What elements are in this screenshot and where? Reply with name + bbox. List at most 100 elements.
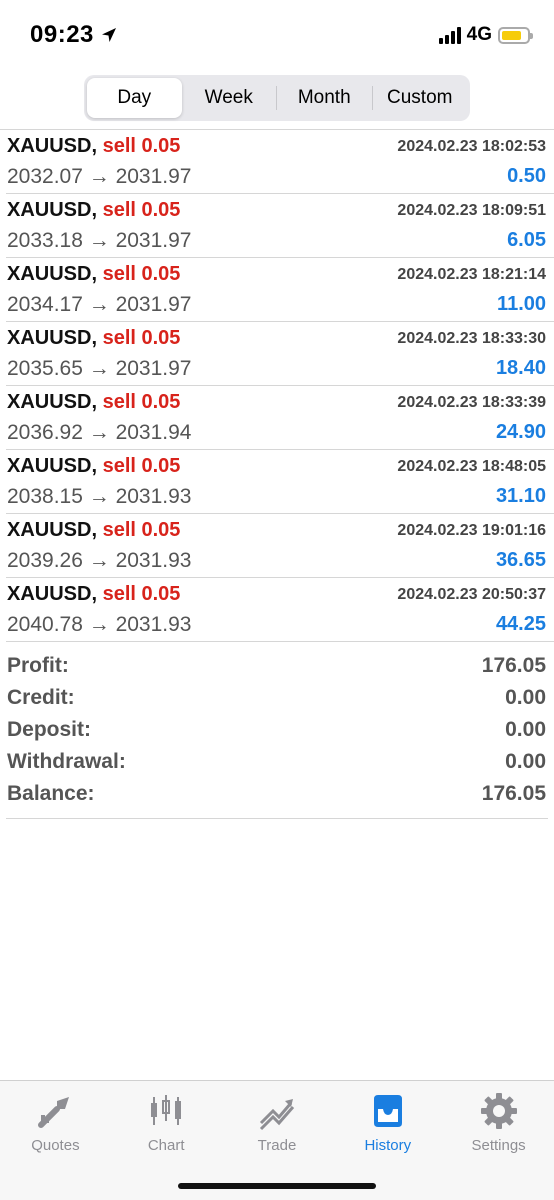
period-label: Custom: [387, 87, 453, 108]
clock-text: 09:23: [30, 21, 94, 48]
period-month-button[interactable]: Month: [277, 78, 372, 118]
deal-prices: 2033.18 → 2031.97: [7, 229, 192, 252]
battery-icon: [498, 26, 533, 44]
deal-prices: 2036.92 → 2031.94: [7, 421, 192, 444]
summary-label: Credit:: [7, 686, 75, 709]
chart-icon: [151, 1095, 182, 1125]
tab-label: Chart: [147, 1137, 185, 1154]
history-icon: [373, 1095, 402, 1127]
deal-prices: 2040.78 → 2031.93: [7, 613, 192, 636]
deal-time: 2024.02.23 18:33:39: [397, 394, 546, 411]
summary-value: 176.05: [481, 782, 546, 805]
status-indicators: 4G: [438, 24, 533, 46]
deal-symbol: XAUUSD,: [7, 199, 98, 221]
summary-balance-row: Balance: 176.05: [6, 778, 548, 810]
deal-time: 2024.02.23 20:50:37: [397, 586, 546, 603]
summary-withdrawal-row: Withdrawal: 0.00: [6, 746, 548, 778]
deal-header: XAUUSD, sell 0.05: [7, 455, 180, 478]
deal-type: sell 0.05: [102, 263, 181, 285]
deal-header: XAUUSD, sell 0.05: [7, 327, 180, 350]
deal-prices: 2038.15 → 2031.93: [7, 485, 192, 508]
account-summary: Profit: 176.05 Credit: 0.00 Deposit: 0.00 W…: [6, 650, 548, 819]
tab-chart[interactable]: Chart: [111, 1081, 222, 1157]
deal-profit: 0.50: [507, 165, 546, 187]
tab-settings[interactable]: Settings: [443, 1081, 554, 1157]
tab-label: History: [364, 1137, 412, 1154]
deal-profit: 31.10: [495, 485, 546, 507]
summary-value: 0.00: [505, 718, 546, 741]
location-arrow-icon: [101, 28, 116, 42]
period-label: Day: [117, 87, 152, 108]
tab-quotes[interactable]: Quotes: [0, 1081, 111, 1157]
deal-row[interactable]: XAUUSD, sell 0.05 2024.02.23 20:50:37 20…: [6, 578, 554, 642]
deal-type: sell 0.05: [102, 391, 181, 413]
deal-time: 2024.02.23 18:21:14: [397, 266, 546, 283]
deal-symbol: XAUUSD,: [7, 391, 98, 413]
summary-credit-row: Credit: 0.00: [6, 682, 548, 714]
deal-profit: 36.65: [495, 549, 546, 571]
summary-profit-row: Profit: 176.05: [6, 650, 548, 682]
deal-type: sell 0.05: [102, 455, 181, 477]
deal-prices: 2032.07 → 2031.97: [7, 165, 192, 188]
deal-time: 2024.02.23 18:33:30: [397, 330, 546, 347]
deal-time: 2024.02.23 18:48:05: [397, 458, 546, 475]
summary-label: Withdrawal:: [7, 750, 126, 773]
tab-history[interactable]: History: [332, 1081, 443, 1157]
summary-value: 0.00: [505, 686, 546, 709]
cellular-signal-icon: [438, 26, 461, 44]
deal-type: sell 0.05: [102, 583, 181, 605]
deal-header: XAUUSD, sell 0.05: [7, 391, 180, 414]
deal-list: XAUUSD, sell 0.05 2024.02.23 18:02:53 20…: [0, 129, 554, 642]
deal-symbol: XAUUSD,: [7, 327, 98, 349]
deal-time: 2024.02.23 18:02:53: [397, 138, 546, 155]
home-indicator[interactable]: [178, 1183, 376, 1189]
deal-prices: 2034.17 → 2031.97: [7, 293, 192, 316]
summary-deposit-row: Deposit: 0.00: [6, 714, 548, 746]
deal-row[interactable]: XAUUSD, sell 0.05 2024.02.23 18:48:05 20…: [6, 450, 554, 514]
deal-symbol: XAUUSD,: [7, 263, 98, 285]
summary-label: Profit:: [7, 654, 69, 677]
tab-label: Settings: [471, 1137, 526, 1154]
summary-value: 0.00: [505, 750, 546, 773]
settings-icon: [480, 1093, 517, 1129]
deal-header: XAUUSD, sell 0.05: [7, 583, 180, 606]
deal-row[interactable]: XAUUSD, sell 0.05 2024.02.23 19:01:16 20…: [6, 514, 554, 578]
deal-symbol: XAUUSD,: [7, 519, 98, 541]
summary-value: 176.05: [481, 654, 546, 677]
deal-symbol: XAUUSD,: [7, 135, 98, 157]
period-selector: Day Week Month Custom: [84, 75, 470, 121]
trade-icon: [259, 1099, 295, 1131]
deal-row[interactable]: XAUUSD, sell 0.05 2024.02.23 18:33:39 20…: [6, 386, 554, 450]
period-day-button[interactable]: Day: [87, 78, 182, 118]
deal-row[interactable]: XAUUSD, sell 0.05 2024.02.23 18:02:53 20…: [6, 130, 554, 194]
deal-header: XAUUSD, sell 0.05: [7, 263, 180, 286]
tab-trade[interactable]: Trade: [222, 1081, 333, 1157]
period-label: Month: [297, 87, 351, 108]
deal-profit: 11.00: [497, 293, 546, 315]
deal-row[interactable]: XAUUSD, sell 0.05 2024.02.23 18:21:14 20…: [6, 258, 554, 322]
deal-type: sell 0.05: [102, 327, 181, 349]
deal-header: XAUUSD, sell 0.05: [7, 135, 180, 158]
tab-label: Trade: [257, 1137, 297, 1154]
tab-bar: Quotes Chart Trade History Settings: [0, 1080, 554, 1200]
network-type: 4G: [466, 24, 492, 45]
deal-time: 2024.02.23 18:09:51: [397, 202, 546, 219]
period-custom-button[interactable]: Custom: [373, 78, 468, 118]
deal-header: XAUUSD, sell 0.05: [7, 199, 180, 222]
deal-row[interactable]: XAUUSD, sell 0.05 2024.02.23 18:33:30 20…: [6, 322, 554, 386]
summary-label: Balance:: [7, 782, 95, 805]
deal-symbol: XAUUSD,: [7, 455, 98, 477]
period-week-button[interactable]: Week: [182, 78, 277, 118]
deal-row[interactable]: XAUUSD, sell 0.05 2024.02.23 18:09:51 20…: [6, 194, 554, 258]
deal-profit: 24.90: [495, 421, 546, 443]
period-label: Week: [204, 87, 253, 108]
deal-type: sell 0.05: [102, 519, 181, 541]
deal-type: sell 0.05: [102, 135, 181, 157]
deal-type: sell 0.05: [102, 199, 181, 221]
deal-symbol: XAUUSD,: [7, 583, 98, 605]
status-time: 09:23: [30, 21, 118, 49]
deal-profit: 18.40: [495, 357, 546, 379]
summary-label: Deposit:: [7, 718, 91, 741]
status-bar: 09:23 4G: [0, 0, 554, 70]
quotes-icon: [38, 1097, 70, 1128]
